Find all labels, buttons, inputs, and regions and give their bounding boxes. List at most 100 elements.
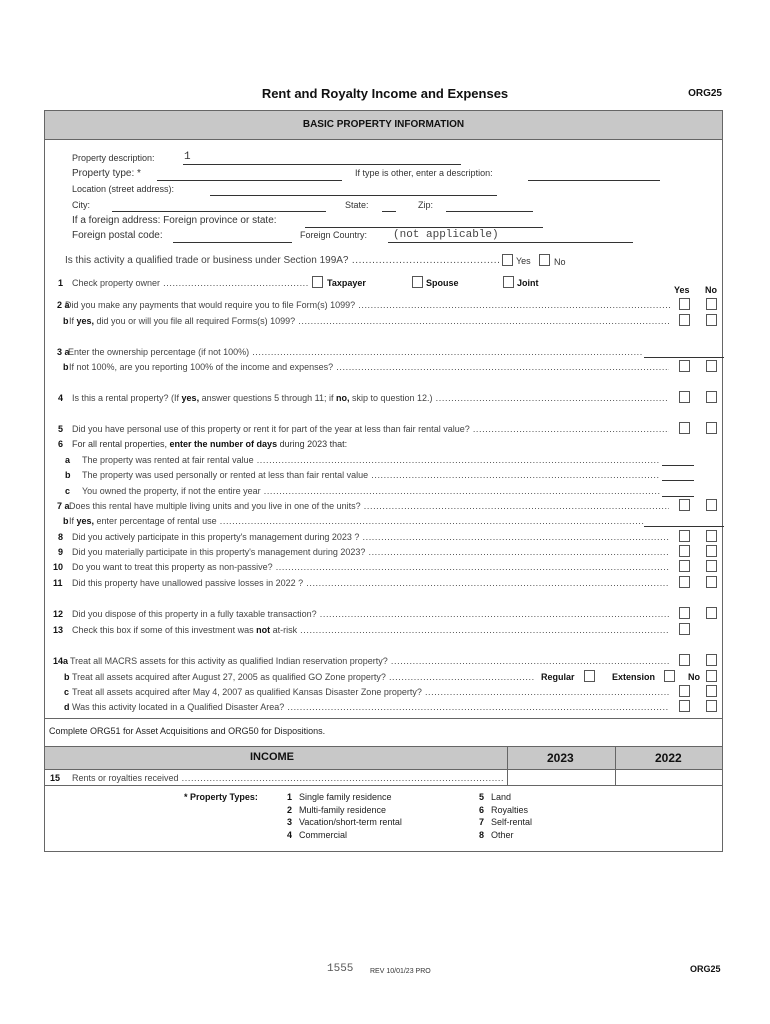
property-type-label: Self-rental xyxy=(491,817,533,828)
q1-joint-checkbox[interactable] xyxy=(503,276,514,288)
question-yes-checkbox[interactable] xyxy=(679,391,690,403)
property-type-number: 6 xyxy=(479,804,485,815)
question-yes-checkbox[interactable] xyxy=(679,545,690,557)
question-yes-checkbox[interactable] xyxy=(679,700,690,712)
question-yes-checkbox[interactable] xyxy=(679,314,690,326)
q14b-regular-label: Regular xyxy=(541,672,575,682)
property-type-number: 8 xyxy=(479,830,485,841)
property-type-number: 3 xyxy=(287,817,293,828)
q15-2023-input[interactable] xyxy=(508,770,614,785)
foreign-country-label: Foreign Country: xyxy=(300,230,368,240)
foreign-postal-label: Foreign postal code: xyxy=(72,230,163,241)
property-type-label: Royalties xyxy=(491,804,529,815)
q1-spouse-checkbox[interactable] xyxy=(412,276,423,288)
q14b-extension-checkbox[interactable] xyxy=(664,670,675,682)
question-no-checkbox[interactable] xyxy=(706,576,717,588)
question-text: Do you want to treat this property as no… xyxy=(72,562,669,573)
question-entry-field[interactable] xyxy=(662,496,694,497)
income-col-2022: 2022 xyxy=(655,751,682,765)
foreign-country-field[interactable] xyxy=(388,242,633,243)
question-yes-checkbox[interactable] xyxy=(679,654,690,666)
question-no-checkbox[interactable] xyxy=(706,560,717,572)
question-no-checkbox[interactable] xyxy=(706,391,717,403)
question-yes-checkbox[interactable] xyxy=(679,685,690,697)
q15-2022-input[interactable] xyxy=(616,770,721,785)
question-number: a xyxy=(65,455,71,465)
question-yes-checkbox[interactable] xyxy=(679,560,690,572)
revision-label: REV 10/01/23 PRO xyxy=(370,968,431,975)
question-no-checkbox[interactable] xyxy=(706,499,717,511)
foreign-province-field[interactable] xyxy=(305,227,543,228)
question-number: d xyxy=(64,702,70,712)
question-number: 6 xyxy=(58,439,64,449)
q1-taxpayer-checkbox[interactable] xyxy=(312,276,323,288)
question-text: Did you materially participate in this p… xyxy=(72,547,669,558)
question-number: b xyxy=(63,362,69,372)
question-no-checkbox[interactable] xyxy=(706,360,717,372)
property-type-label: Property type: * xyxy=(72,168,141,179)
q15-number: 15 xyxy=(50,773,61,783)
question-number: 13 xyxy=(53,625,64,635)
question-text: The property was rented at fair rental v… xyxy=(82,455,660,466)
question-yes-checkbox[interactable] xyxy=(679,298,690,310)
question-yes-checkbox[interactable] xyxy=(679,607,690,619)
q1-spouse-label: Spouse xyxy=(426,278,459,288)
question-number: 14a xyxy=(53,656,69,666)
zip-field[interactable] xyxy=(446,211,533,212)
city-field[interactable] xyxy=(112,211,326,212)
question-no-checkbox[interactable] xyxy=(706,545,717,557)
q14b-extension-label: Extension xyxy=(612,672,656,682)
yes-column-header: Yes xyxy=(674,285,690,295)
question-yes-checkbox[interactable] xyxy=(679,360,690,372)
question-yes-checkbox[interactable] xyxy=(679,499,690,511)
question-entry-field[interactable] xyxy=(662,465,694,466)
question-yes-checkbox[interactable] xyxy=(679,576,690,588)
property-type-field[interactable] xyxy=(157,180,342,181)
foreign-country-value[interactable]: (not applicable) xyxy=(393,230,499,241)
property-description-value[interactable]: 1 xyxy=(184,152,191,163)
asset-note: Complete ORG51 for Asset Acquisitions an… xyxy=(49,726,326,736)
question-text: Enter the ownership percentage (if not 1… xyxy=(68,347,643,358)
question-no-checkbox[interactable] xyxy=(706,298,717,310)
q1-text: Check property owner xyxy=(72,278,309,289)
property-type-number: 7 xyxy=(479,817,485,828)
income-header-bar xyxy=(45,747,722,769)
q199a-no-label: No xyxy=(554,257,566,267)
question-text: Did you actively participate in this pro… xyxy=(72,532,669,543)
q199a-no-checkbox[interactable] xyxy=(539,254,550,266)
q199a-yes-checkbox[interactable] xyxy=(502,254,513,266)
state-field[interactable] xyxy=(382,211,396,212)
question-text: Did you dispose of this property in a fu… xyxy=(72,609,669,620)
property-types-label: * Property Types: xyxy=(184,792,258,802)
question-number: b xyxy=(64,672,70,682)
question-no-checkbox[interactable] xyxy=(706,314,717,326)
q199a-text: Is this activity a qualified trade or bu… xyxy=(65,255,500,266)
question-entry-field[interactable] xyxy=(662,480,694,481)
question-no-checkbox[interactable] xyxy=(706,700,717,712)
question-entry-field[interactable] xyxy=(644,526,724,527)
question-text: Check this box if some of this investmen… xyxy=(72,625,669,636)
foreign-postal-field[interactable] xyxy=(173,242,292,243)
question-yes-checkbox[interactable] xyxy=(679,422,690,434)
other-description-field[interactable] xyxy=(528,180,660,181)
question-no-checkbox[interactable] xyxy=(706,530,717,542)
question-no-checkbox[interactable] xyxy=(706,685,717,697)
question-no-checkbox[interactable] xyxy=(706,654,717,666)
location-label: Location (street address): xyxy=(72,184,175,194)
q14b-regular-checkbox[interactable] xyxy=(584,670,595,682)
question-yes-checkbox[interactable] xyxy=(679,530,690,542)
question-no-checkbox[interactable] xyxy=(706,422,717,434)
question-text: Did you have personal use of this proper… xyxy=(72,424,669,435)
question-yes-checkbox[interactable] xyxy=(679,623,690,635)
question-no-checkbox[interactable] xyxy=(706,607,717,619)
question-text: Does this rental have multiple living un… xyxy=(69,501,669,512)
q14b-no-checkbox[interactable] xyxy=(706,670,717,682)
question-text: You owned the property, if not the entir… xyxy=(82,486,660,497)
location-field[interactable] xyxy=(210,195,497,196)
question-text: Is this a rental property? (If yes, answ… xyxy=(72,393,669,404)
property-description-field[interactable] xyxy=(183,164,461,165)
question-text: If not 100%, are you reporting 100% of t… xyxy=(69,362,669,373)
question-entry-field[interactable] xyxy=(644,357,724,358)
no-column-header: No xyxy=(705,285,717,295)
question-text: Treat all MACRS assets for this activity… xyxy=(70,656,669,667)
